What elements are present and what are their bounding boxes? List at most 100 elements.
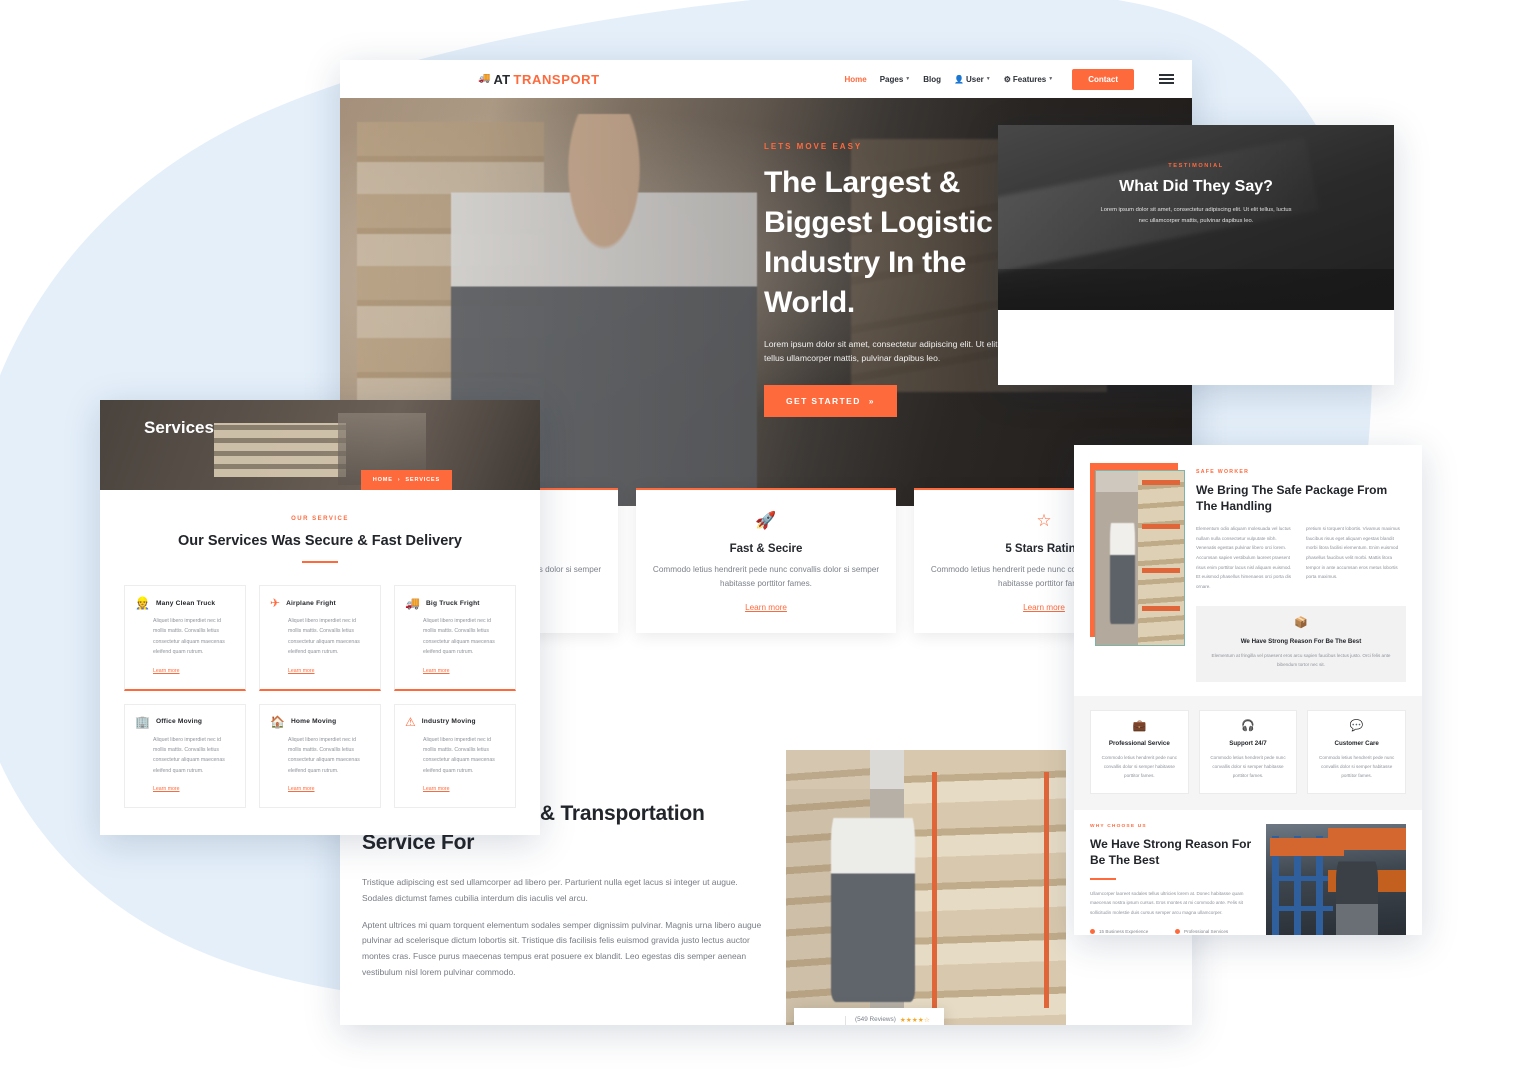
service-title: Airplane Fright [286, 599, 336, 607]
learn-more-link[interactable]: Learn more [405, 786, 450, 792]
safe-feature-card[interactable]: 💼 Professional Service Commodo letius he… [1090, 710, 1189, 794]
service-title: Office Moving [155, 718, 203, 726]
learn-more-link[interactable]: Learn more [270, 786, 315, 792]
why-heading: We Have Strong Reason For Be The Best [1090, 836, 1252, 867]
safe-feature-desc: Commodo letius hendrerit pede nunc conva… [1319, 755, 1395, 779]
nav-item-features[interactable]: ⚙ Features ▼ [1004, 75, 1053, 84]
chevron-right-icon: › [397, 477, 401, 483]
divider [844, 1015, 846, 1025]
checklist-label: 15 Business Experience [1099, 928, 1149, 934]
breadcrumb-home[interactable]: HOME [373, 477, 393, 483]
service-head: 🏢 Office Moving [135, 716, 235, 728]
why-choose-us-section: WHY CHOOSE US We Have Strong Reason For … [1074, 810, 1422, 935]
page-title: Services [144, 418, 214, 437]
service-card[interactable]: 👷 Many Clean Truck Aliquet libero imperd… [124, 585, 246, 691]
safe-feature-row: 💼 Professional Service Commodo letius he… [1074, 696, 1422, 810]
get-started-button[interactable]: GET STARTED » [764, 384, 897, 417]
learn-more-link[interactable]: Learn more [135, 786, 180, 792]
get-started-label: GET STARTED [786, 395, 861, 406]
safe-note-box: 📦 We Have Strong Reason For Be The Best … [1196, 605, 1406, 683]
about-paragraph-2: Aptent ultrices mi quam torquent element… [362, 919, 762, 977]
service-desc: Aliquet libero imperdiet nec id mollis m… [153, 736, 225, 774]
service-card[interactable]: ⚠ Industry Moving Aliquet libero imperdi… [394, 703, 516, 809]
testimonial-panel: TESTIMONIAL What Did They Say? Lorem ips… [998, 125, 1394, 385]
service-card[interactable]: ✈ Airplane Fright Aliquet libero imperdi… [259, 585, 381, 691]
service-card[interactable]: 🏢 Office Moving Aliquet libero imperdiet… [124, 703, 246, 809]
nav-label: Blog [923, 74, 942, 84]
service-title: Home Moving [290, 718, 337, 726]
learn-more-link[interactable]: Learn more [405, 668, 450, 674]
double-arrow-icon: » [868, 395, 875, 406]
why-checklist: 15 Business Experience Professional Serv… [1090, 928, 1252, 935]
service-title: Many Clean Truck [155, 599, 216, 607]
testimonial-heading: What Did They Say? [1119, 178, 1273, 195]
checklist-item: 15 Business Experience [1090, 928, 1167, 934]
check-icon [1090, 928, 1095, 934]
chevron-down-icon: ▼ [1048, 76, 1054, 82]
warehouse-photo [1095, 470, 1185, 646]
feature-card[interactable]: 🚀 Fast & Secire Commodo letius hendrerit… [636, 488, 896, 633]
services-grid: 👷 Many Clean Truck Aliquet libero imperd… [124, 585, 516, 809]
worker-figure [1110, 509, 1135, 625]
nav-item-blog[interactable]: Blog [923, 75, 941, 84]
service-card[interactable]: 🚚 Big Truck Fright Aliquet libero imperd… [394, 585, 516, 691]
contact-button[interactable]: Contact [1072, 68, 1134, 90]
safe-paragraph-2: pretium si torquent lobortis. Vivamus ma… [1306, 526, 1400, 580]
service-desc: Aliquet libero imperdiet nec id mollis m… [288, 618, 360, 656]
service-head: 👷 Many Clean Truck [135, 597, 235, 609]
safe-feature-card[interactable]: 💬 Customer Care Commodo letius hendrerit… [1307, 710, 1407, 794]
package-icon: 📦 [1294, 616, 1308, 629]
safe-heading: We Bring The Safe Package From The Handl… [1196, 483, 1388, 514]
testimonial-copy: TESTIMONIAL What Did They Say? Lorem ips… [998, 125, 1394, 310]
learn-more-link[interactable]: Learn more [745, 603, 787, 612]
site-logo[interactable]: 🚚 AT TRANSPORT [478, 72, 600, 87]
services-heading: Our Services Was Secure & Fast Delivery [178, 533, 462, 549]
safe-package-panel: SAFE WORKER We Bring The Safe Package Fr… [1074, 445, 1422, 935]
service-head: 🏠 Home Moving [270, 716, 370, 728]
testimonial-paragraph: Lorem ipsum dolor sit amet, consectetur … [1100, 207, 1292, 225]
nav-item-user[interactable]: 👤 User ▼ [954, 75, 991, 84]
service-title: Industry Moving [421, 718, 476, 726]
safe-feature-title: Support 24/7 [1229, 740, 1267, 748]
service-card[interactable]: 🏠 Home Moving Aliquet libero imperdiet n… [259, 703, 381, 809]
breadcrumb-current: SERVICES [405, 477, 440, 483]
safe-paragraph-1: Elementum odio aliquam molesuada vel luc… [1196, 526, 1292, 589]
industry-icon: ⚠ [405, 714, 416, 729]
nav-item-pages[interactable]: Pages ▼ [880, 75, 911, 84]
safe-feature-desc: Commodo letius hendrerit pede nunc conva… [1101, 755, 1177, 779]
about-media: 4.8 (549 Reviews) ★★★★☆ From Google Busi… [786, 750, 1066, 1025]
services-hero: Services HOME › SERVICES [100, 400, 540, 490]
gear-icon: ⚙ [1003, 74, 1011, 84]
service-desc: Aliquet libero imperdiet nec id mollis m… [153, 618, 225, 656]
testimonial-eyebrow: TESTIMONIAL [1168, 163, 1224, 169]
safe-copy: SAFE WORKER We Bring The Safe Package Fr… [1196, 463, 1406, 683]
service-head: ✈ Airplane Fright [270, 597, 370, 609]
truck-icon: 🚚 [405, 596, 420, 610]
safe-feature-title: Customer Care [1334, 740, 1379, 748]
learn-more-link[interactable]: Learn more [1023, 603, 1065, 612]
why-paragraph: Ullamcorper laoreet sodales tellus ultri… [1090, 890, 1244, 916]
safe-feature-title: Professional Service [1108, 740, 1170, 748]
safe-feature-desc: Commodo letius hendrerit pede nunc conva… [1210, 755, 1286, 779]
service-head: ⚠ Industry Moving [405, 716, 505, 728]
hamburger-icon[interactable] [1159, 74, 1174, 84]
worker-figure [1336, 850, 1378, 935]
logo-text-secondary: TRANSPORT [513, 71, 600, 87]
chat-icon: 💬 [1349, 720, 1364, 733]
learn-more-link[interactable]: Learn more [135, 668, 180, 674]
review-count: (549 Reviews) [854, 1016, 896, 1024]
checklist-label: Professional Services [1184, 928, 1229, 934]
safe-feature-card[interactable]: 🎧 Support 24/7 Commodo letius hendrerit … [1198, 710, 1298, 794]
nav-label: Features [1012, 74, 1047, 84]
headset-icon: 🎧 [1241, 720, 1255, 733]
nav-item-home[interactable]: Home [844, 75, 866, 84]
service-desc: Aliquet libero imperdiet nec id mollis m… [288, 736, 360, 774]
logo-text-primary: AT [493, 71, 511, 87]
airplane-icon: ✈ [270, 596, 281, 610]
why-photo [1266, 823, 1406, 935]
google-review-badge: 4.8 (549 Reviews) ★★★★☆ From Google Busi… [794, 1007, 944, 1025]
why-copy: WHY CHOOSE US We Have Strong Reason For … [1090, 824, 1252, 935]
briefcase-icon: 💼 [1132, 720, 1147, 733]
main-nav: Home Pages ▼ Blog 👤 User ▼ ⚙ Features ▼ Conta… [844, 68, 1174, 90]
learn-more-link[interactable]: Learn more [270, 668, 315, 674]
